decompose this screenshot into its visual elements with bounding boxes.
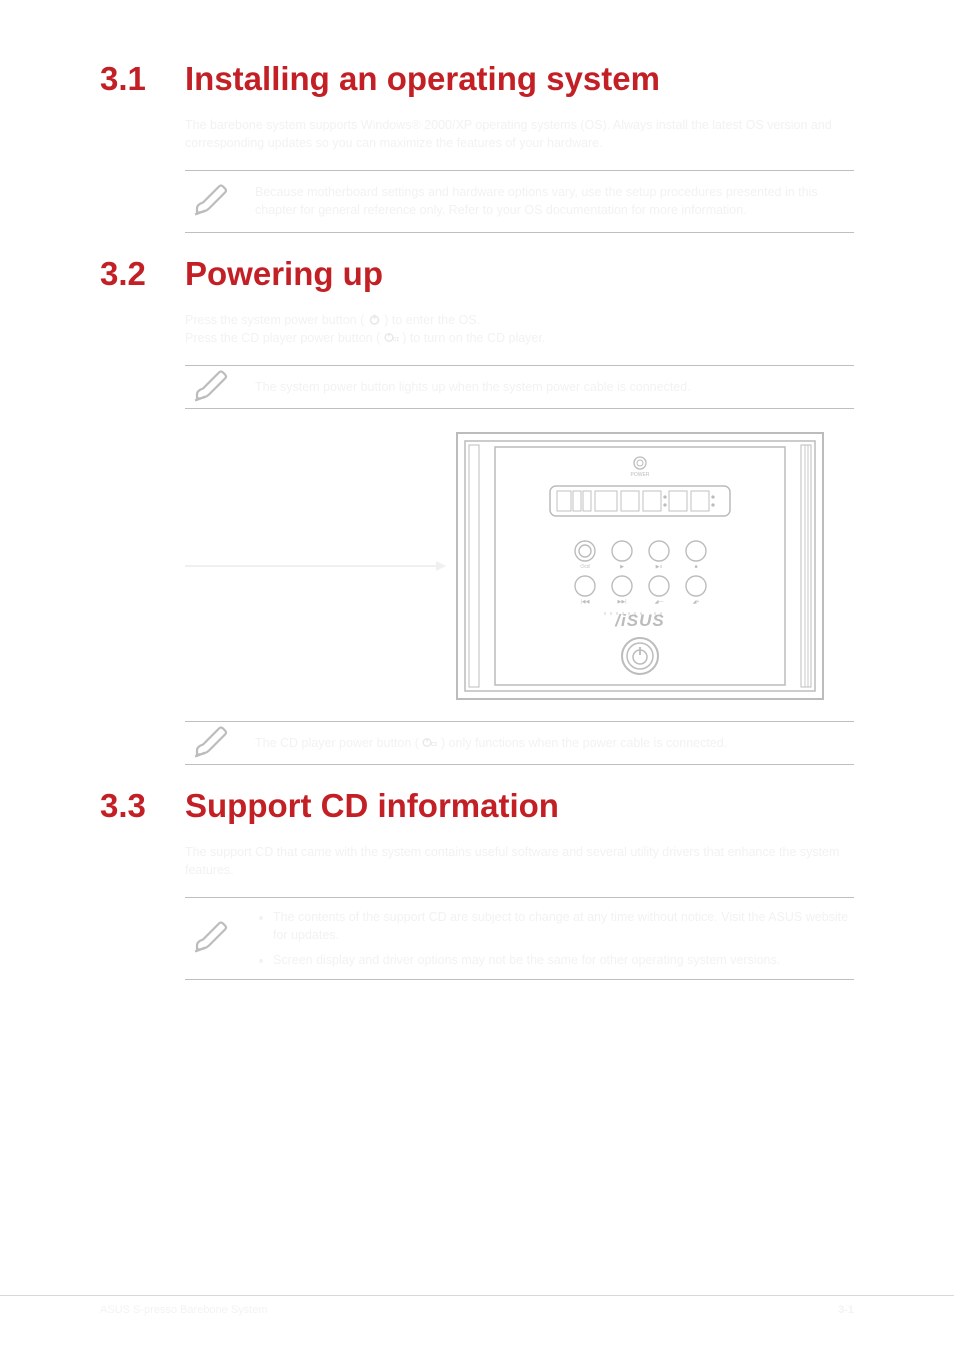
note-block-4: The contents of the support CD are subje… (185, 897, 854, 979)
section-number: 3.3 (100, 787, 185, 825)
svg-text:|◀◀: |◀◀ (581, 599, 590, 605)
note3-text: The CD player power button ( CD ) only f… (255, 734, 854, 752)
device-figure: POWER (185, 431, 854, 701)
svg-text:CD: CD (393, 337, 399, 343)
svg-text:/iSUS: /iSUS (614, 611, 664, 630)
note2-text: The system power button lights up when t… (255, 378, 854, 396)
svg-text:▶॥: ▶॥ (656, 564, 663, 570)
note-block-2: The system power button lights up when t… (185, 365, 854, 409)
section3-body: The support CD that came with the system… (185, 843, 854, 879)
pen-icon (191, 179, 231, 224)
svg-text:◢+: ◢+ (693, 599, 700, 605)
svg-text:■: ■ (694, 564, 697, 570)
note4-li2: Screen display and driver options may no… (273, 953, 780, 967)
svg-text:CD: CD (431, 742, 437, 748)
section-heading-3-1: 3.1 Installing an operating system (100, 60, 854, 98)
footer-left: ASUS S-presso Barebone System (100, 1304, 268, 1316)
section-heading-3-2: 3.2 Powering up (100, 255, 854, 293)
front-panel-drawing: POWER (455, 431, 825, 701)
section-title: Support CD information (185, 787, 559, 825)
body2-part1: Press the system power button ( (185, 313, 364, 327)
svg-text:POWER: POWER (631, 472, 650, 478)
svg-text:▶: ▶ (620, 564, 624, 570)
section1-body: The barebone system supports Windows® 20… (185, 116, 854, 152)
section-heading-3-3: 3.3 Support CD information (100, 787, 854, 825)
svg-text:⏻cd: ⏻cd (580, 564, 589, 570)
body2-part4: ) to turn on the CD player. (402, 331, 545, 345)
note-block-3: The CD player power button ( CD ) only f… (185, 721, 854, 765)
svg-text:▶▶|: ▶▶| (618, 599, 627, 605)
callout-arrow (185, 565, 445, 567)
note4-li1: The contents of the support CD are subje… (273, 910, 848, 942)
note1-text: Because motherboard settings and hardwar… (255, 183, 854, 219)
cd-power-glyph-icon: CD (422, 736, 440, 750)
note3-a: The CD player power button ( (255, 736, 419, 750)
pen-icon (191, 364, 231, 409)
body2-part2: ) to enter the OS. (384, 313, 480, 327)
footer-page-number: 3-1 (838, 1304, 854, 1316)
section-number: 3.2 (100, 255, 185, 293)
power-glyph-icon (368, 313, 384, 327)
pen-icon (191, 720, 231, 765)
pen-icon (191, 916, 231, 961)
body2-part3: Press the CD player power button ( (185, 331, 380, 345)
section-title: Powering up (185, 255, 383, 293)
note4-text: The contents of the support CD are subje… (255, 908, 854, 968)
section-number: 3.1 (100, 60, 185, 98)
svg-text:◢—: ◢— (655, 599, 664, 605)
section-title: Installing an operating system (185, 60, 660, 98)
note-block-1: Because motherboard settings and hardwar… (185, 170, 854, 232)
note3-b: ) only functions when the power cable is… (441, 736, 727, 750)
cd-power-glyph-icon: CD (384, 331, 402, 345)
page-footer: ASUS S-presso Barebone System 3-1 (0, 1295, 954, 1316)
section2-body: Press the system power button ( ) to ent… (185, 311, 854, 347)
